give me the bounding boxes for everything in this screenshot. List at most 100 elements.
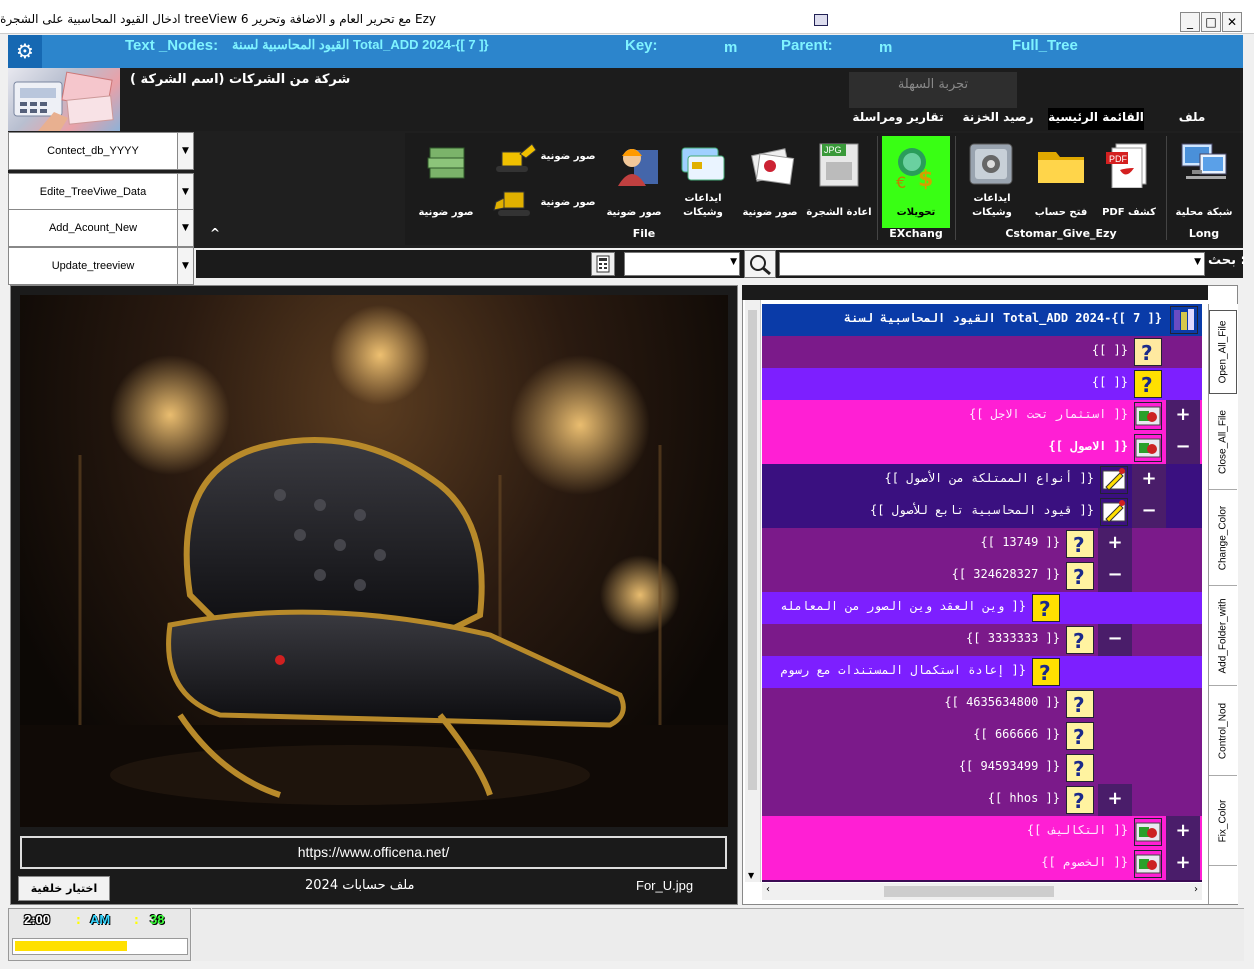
scanned-photos-5-button[interactable]: صور ضونية [414, 206, 478, 220]
question-icon: ? [1032, 594, 1060, 622]
add-account-combo[interactable]: Add_Acount_New ▼ [8, 209, 194, 247]
tree-node-label: {[ أنواع الممتلكة من الأصول ]} [884, 471, 1094, 485]
tab-fix-color[interactable]: Fix_Color [1209, 776, 1237, 866]
tree-node[interactable]: + {[ أنواع الممتلكة من الأصول ]} [762, 464, 1202, 496]
tab-open-all-file[interactable]: Open_All_File [1209, 310, 1237, 394]
tab-close-all-file[interactable]: Close_All_File [1209, 394, 1237, 490]
network-icon [1178, 140, 1230, 186]
tree-node[interactable]: − {[ قيود المحاسبية تابع للأصول ]} [762, 496, 1202, 528]
url-label[interactable]: https://www.officena.net/ [20, 836, 727, 869]
tree-node[interactable]: − {[ الاصول ]} [762, 432, 1202, 464]
transfers-button[interactable]: تحويلات [884, 206, 948, 220]
tree-node-label: {[ التكاليف ]} [1026, 823, 1128, 837]
edit-tree-data-combo[interactable]: Edite_TreeViwe_Data ▼ [8, 173, 194, 211]
dropdown-arrow-icon[interactable]: ▼ [177, 248, 193, 284]
gear-icon[interactable]: ⚙ [8, 35, 42, 68]
scanned-photos-2-button[interactable]: صور ضونية [602, 206, 666, 220]
tab-change-color[interactable]: Change_Color [1209, 490, 1237, 586]
dropdown-arrow-icon[interactable]: ▼ [177, 210, 193, 246]
tree-vertical-scrollbar[interactable]: ▼ [745, 300, 761, 882]
tree-view[interactable]: {[ 7 ]}-Total_ADD 2024 القيود المحاسبية … [762, 304, 1202, 882]
dropdown-arrow-icon[interactable]: ▼ [177, 174, 193, 210]
minimize-button[interactable]: _ [1180, 12, 1200, 32]
tab-control-nod[interactable]: Control_Nod [1209, 686, 1237, 776]
image-file-name: For_U.jpg [636, 878, 694, 893]
chevron-down-icon: ▼ [1194, 257, 1201, 267]
tab-main-menu[interactable]: القائمة الرئيسية [1048, 108, 1144, 130]
search-field-select[interactable]: ▼ [624, 252, 740, 276]
excavator-icon [490, 140, 538, 176]
tree-node[interactable]: +? {[ 13749 ]} [762, 528, 1202, 560]
expand-button[interactable]: + [1166, 816, 1200, 848]
tree-node[interactable]: −? {[ 3333333 ]} [762, 624, 1202, 656]
tree-node[interactable]: + {[ استثمار تحت الاجل ]} [762, 400, 1202, 432]
svg-text:?: ? [1073, 565, 1085, 589]
expand-button[interactable]: + [1098, 784, 1132, 816]
tree-node[interactable]: ? {[ 4635634800 ]} [762, 688, 1202, 720]
tree-node[interactable]: −? {[ 324628327 ]} [762, 560, 1202, 592]
expand-button[interactable]: + [1166, 400, 1200, 432]
tree-node[interactable]: ? {[ ]} [762, 336, 1202, 368]
search-input[interactable]: ▼ [779, 252, 1205, 276]
tree-node[interactable]: ? {[ ]} [762, 368, 1202, 400]
local-network-button[interactable]: شبكة محلية [1170, 206, 1238, 220]
choose-background-button[interactable]: اختيار خلفية [18, 876, 110, 901]
svg-text:?: ? [1073, 725, 1085, 749]
tree-node[interactable]: +? {[ hhos ]} [762, 784, 1202, 816]
expand-button[interactable]: + [1132, 464, 1166, 496]
tree-node-label: {[ hhos ]} [987, 791, 1060, 805]
scroll-thumb[interactable] [748, 310, 757, 790]
collapse-button[interactable]: − [1098, 560, 1132, 592]
scanned-photos-button[interactable]: صور ضونية [738, 206, 802, 220]
tree-node[interactable]: ? {[ وين العقد وين الصور من المعامله [762, 592, 1202, 624]
tree-node-label: {[ استثمار تحت الاجل ]} [969, 407, 1128, 421]
chevron-left-icon[interactable]: ‹ [766, 884, 770, 895]
search-icon[interactable] [744, 250, 776, 278]
key-value: m [724, 39, 738, 56]
reset-tree-button[interactable]: اعادة الشجرة [805, 206, 873, 220]
tab-treasury-balance[interactable]: رصيد الخزنة [953, 108, 1043, 130]
tree-node[interactable]: + {[ التكاليف ]} [762, 816, 1202, 848]
clock-ampm: AM [90, 912, 111, 927]
collapse-button[interactable]: − [1132, 496, 1166, 528]
pencil-icon [1100, 466, 1128, 494]
open-account-button[interactable]: فتح حساب [1030, 206, 1092, 220]
dropdown-arrow-icon[interactable]: ▼ [177, 133, 193, 169]
tree-node[interactable]: ? {[ 94593499 ]} [762, 752, 1202, 784]
tab-file[interactable]: ملف [1164, 108, 1220, 130]
company-name: شركة من الشركات (اسم الشركة ) [130, 72, 351, 87]
tree-node[interactable]: {[ 7 ]}-Total_ADD 2024 القيود المحاسبية … [762, 304, 1202, 336]
group-label-file: File [632, 227, 656, 240]
update-treeview-combo[interactable]: Update_treeview ▼ [8, 247, 194, 285]
calculator-icon[interactable] [591, 252, 615, 276]
tree-node[interactable]: ? {[ 666666 ]} [762, 720, 1202, 752]
pdf-statement-button[interactable]: كشف PDF [1098, 206, 1160, 220]
collapse-button[interactable]: − [1166, 432, 1200, 464]
scanned-photos-3-button[interactable]: صور ضونية [538, 150, 598, 164]
svg-text:?: ? [1073, 629, 1085, 653]
background-photo [20, 295, 728, 827]
collapse-button[interactable]: − [1098, 624, 1132, 656]
money-stack-icon [424, 142, 470, 188]
search-label: : بحث [1208, 253, 1246, 268]
group-separator [955, 136, 956, 240]
tab-reports[interactable]: تقارير ومراسلة [849, 108, 947, 130]
scanned-photos-4-button[interactable]: صور ضونية [538, 196, 598, 210]
deposits-checks-2-button[interactable]: ايداعات وشيكات [672, 192, 734, 220]
collapse-ribbon-button[interactable]: ^ [210, 226, 220, 240]
chevron-down-icon[interactable]: ▼ [748, 871, 754, 880]
maximize-button[interactable]: □ [1201, 12, 1221, 32]
svg-text:?: ? [1073, 693, 1085, 717]
deposits-checks-button[interactable]: ايداعات وشيكات [962, 192, 1022, 220]
expand-button[interactable]: + [1166, 848, 1200, 880]
connect-db-combo[interactable]: Contect_db_YYYY ▼ [8, 132, 194, 170]
tab-add-folder-with[interactable]: Add_Folder_with [1209, 586, 1237, 686]
expand-button[interactable]: + [1098, 528, 1132, 560]
tree-node[interactable]: ? {[ إعادة استكمال المستندات مع رسوم [762, 656, 1202, 688]
tree-node[interactable]: + {[ الخصوم ]} [762, 848, 1202, 880]
scroll-thumb[interactable] [884, 886, 1054, 897]
folder-icon [1134, 818, 1162, 846]
chevron-right-icon[interactable]: › [1194, 884, 1198, 895]
close-button[interactable]: ✕ [1222, 12, 1242, 32]
app-icon [814, 14, 828, 26]
